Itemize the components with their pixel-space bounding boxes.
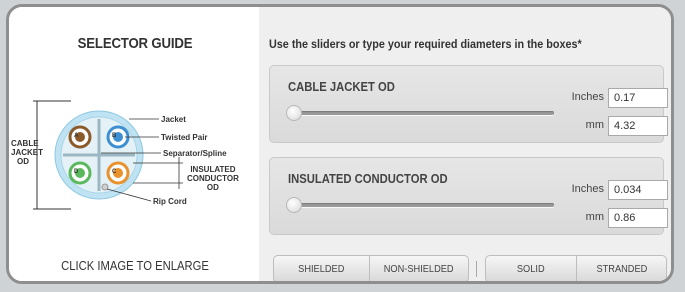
insulated-conductor-mm-input[interactable]: 0.86 <box>608 208 668 228</box>
insulated-conductor-od-slider-track[interactable] <box>292 203 554 207</box>
solid-button[interactable]: SOLID <box>486 256 577 281</box>
cable-diagram-image[interactable]: CABLE JACKET OD A B C D Jacket Twisted P… <box>11 97 259 227</box>
cable-jacket-od-label: CABLE JACKET OD <box>11 139 43 166</box>
shield-option-group: SHIELDED NON-SHIELDED <box>273 255 469 281</box>
insulated-conductor-inches-input[interactable]: 0.034 <box>608 180 668 200</box>
cable-jacket-inches-label: Inches <box>571 91 604 103</box>
callout-separator-spline: Separator/Spline <box>163 149 227 158</box>
non-shielded-button[interactable]: NON-SHIELDED <box>370 256 468 281</box>
insulated-conductor-od-label: INSULATED CONDUCTOR OD <box>187 165 239 192</box>
selector-controls-panel: Use the sliders or type your required di… <box>259 7 671 281</box>
non-shielded-button-label: NON-SHIELDED <box>384 263 454 275</box>
button-group-divider <box>476 261 477 277</box>
insulated-conductor-od-label-line1: INSULATED <box>190 165 236 174</box>
cable-jacket-inches-input[interactable]: 0.17 <box>608 88 668 108</box>
cable-jacket-od-slider-handle[interactable] <box>286 105 302 121</box>
insulated-conductor-od-slider-handle[interactable] <box>286 197 302 213</box>
callout-rip-cord: Rip Cord <box>153 197 187 206</box>
cable-jacket-od-label-line1: CABLE <box>11 139 39 148</box>
cable-jacket-od-panel: CABLE JACKET OD Inches 0.17 mm 4.32 <box>269 65 668 143</box>
stranded-button-label: STRANDED <box>596 263 647 275</box>
shielded-button[interactable]: SHIELDED <box>274 256 370 281</box>
insulated-conductor-mm-label: mm <box>585 211 604 223</box>
selector-guide-frame: SELECTOR GUIDE CABLE JACKET OD A B C D J… <box>6 4 674 284</box>
insulated-conductor-inches-label: Inches <box>571 183 604 195</box>
stranded-button[interactable]: STRANDED <box>577 256 666 281</box>
guide-title: SELECTOR GUIDE <box>77 35 193 52</box>
click-to-enlarge-link[interactable]: CLICK IMAGE TO ENLARGE <box>22 259 249 273</box>
callout-twisted-pair: Twisted Pair <box>161 133 208 142</box>
insulated-conductor-od-panel: INSULATED CONDUCTOR OD Inches 0.034 mm 0… <box>269 157 668 235</box>
cable-jacket-mm-label: mm <box>585 119 604 131</box>
cable-jacket-mm-input[interactable]: 4.32 <box>608 116 668 136</box>
pair-letter-b: B <box>112 133 117 139</box>
cable-jacket-od-label-line2: JACKET <box>11 148 44 157</box>
insulated-conductor-od-title: INSULATED CONDUCTOR OD <box>288 172 448 186</box>
instructions-text: Use the sliders or type your required di… <box>269 37 582 51</box>
selector-guide-panel: SELECTOR GUIDE CABLE JACKET OD A B C D J… <box>9 7 261 281</box>
cable-jacket-od-slider-track[interactable] <box>292 111 554 115</box>
pair-letter-d: D <box>74 169 79 175</box>
callout-jacket: Jacket <box>161 115 186 124</box>
insulated-conductor-od-label-line2: CONDUCTOR <box>187 174 239 183</box>
conductor-option-group: SOLID STRANDED <box>485 255 667 281</box>
cable-jacket-od-title: CABLE JACKET OD <box>288 80 395 94</box>
solid-button-label: SOLID <box>517 263 545 275</box>
cable-cross-section-illustration <box>33 100 183 210</box>
cable-jacket-od-label-line3: OD <box>17 157 29 166</box>
pair-letter-c: C <box>112 169 117 175</box>
shielded-button-label: SHIELDED <box>298 263 345 275</box>
pair-letter-a: A <box>74 133 79 139</box>
insulated-conductor-od-label-line3: OD <box>206 183 219 192</box>
